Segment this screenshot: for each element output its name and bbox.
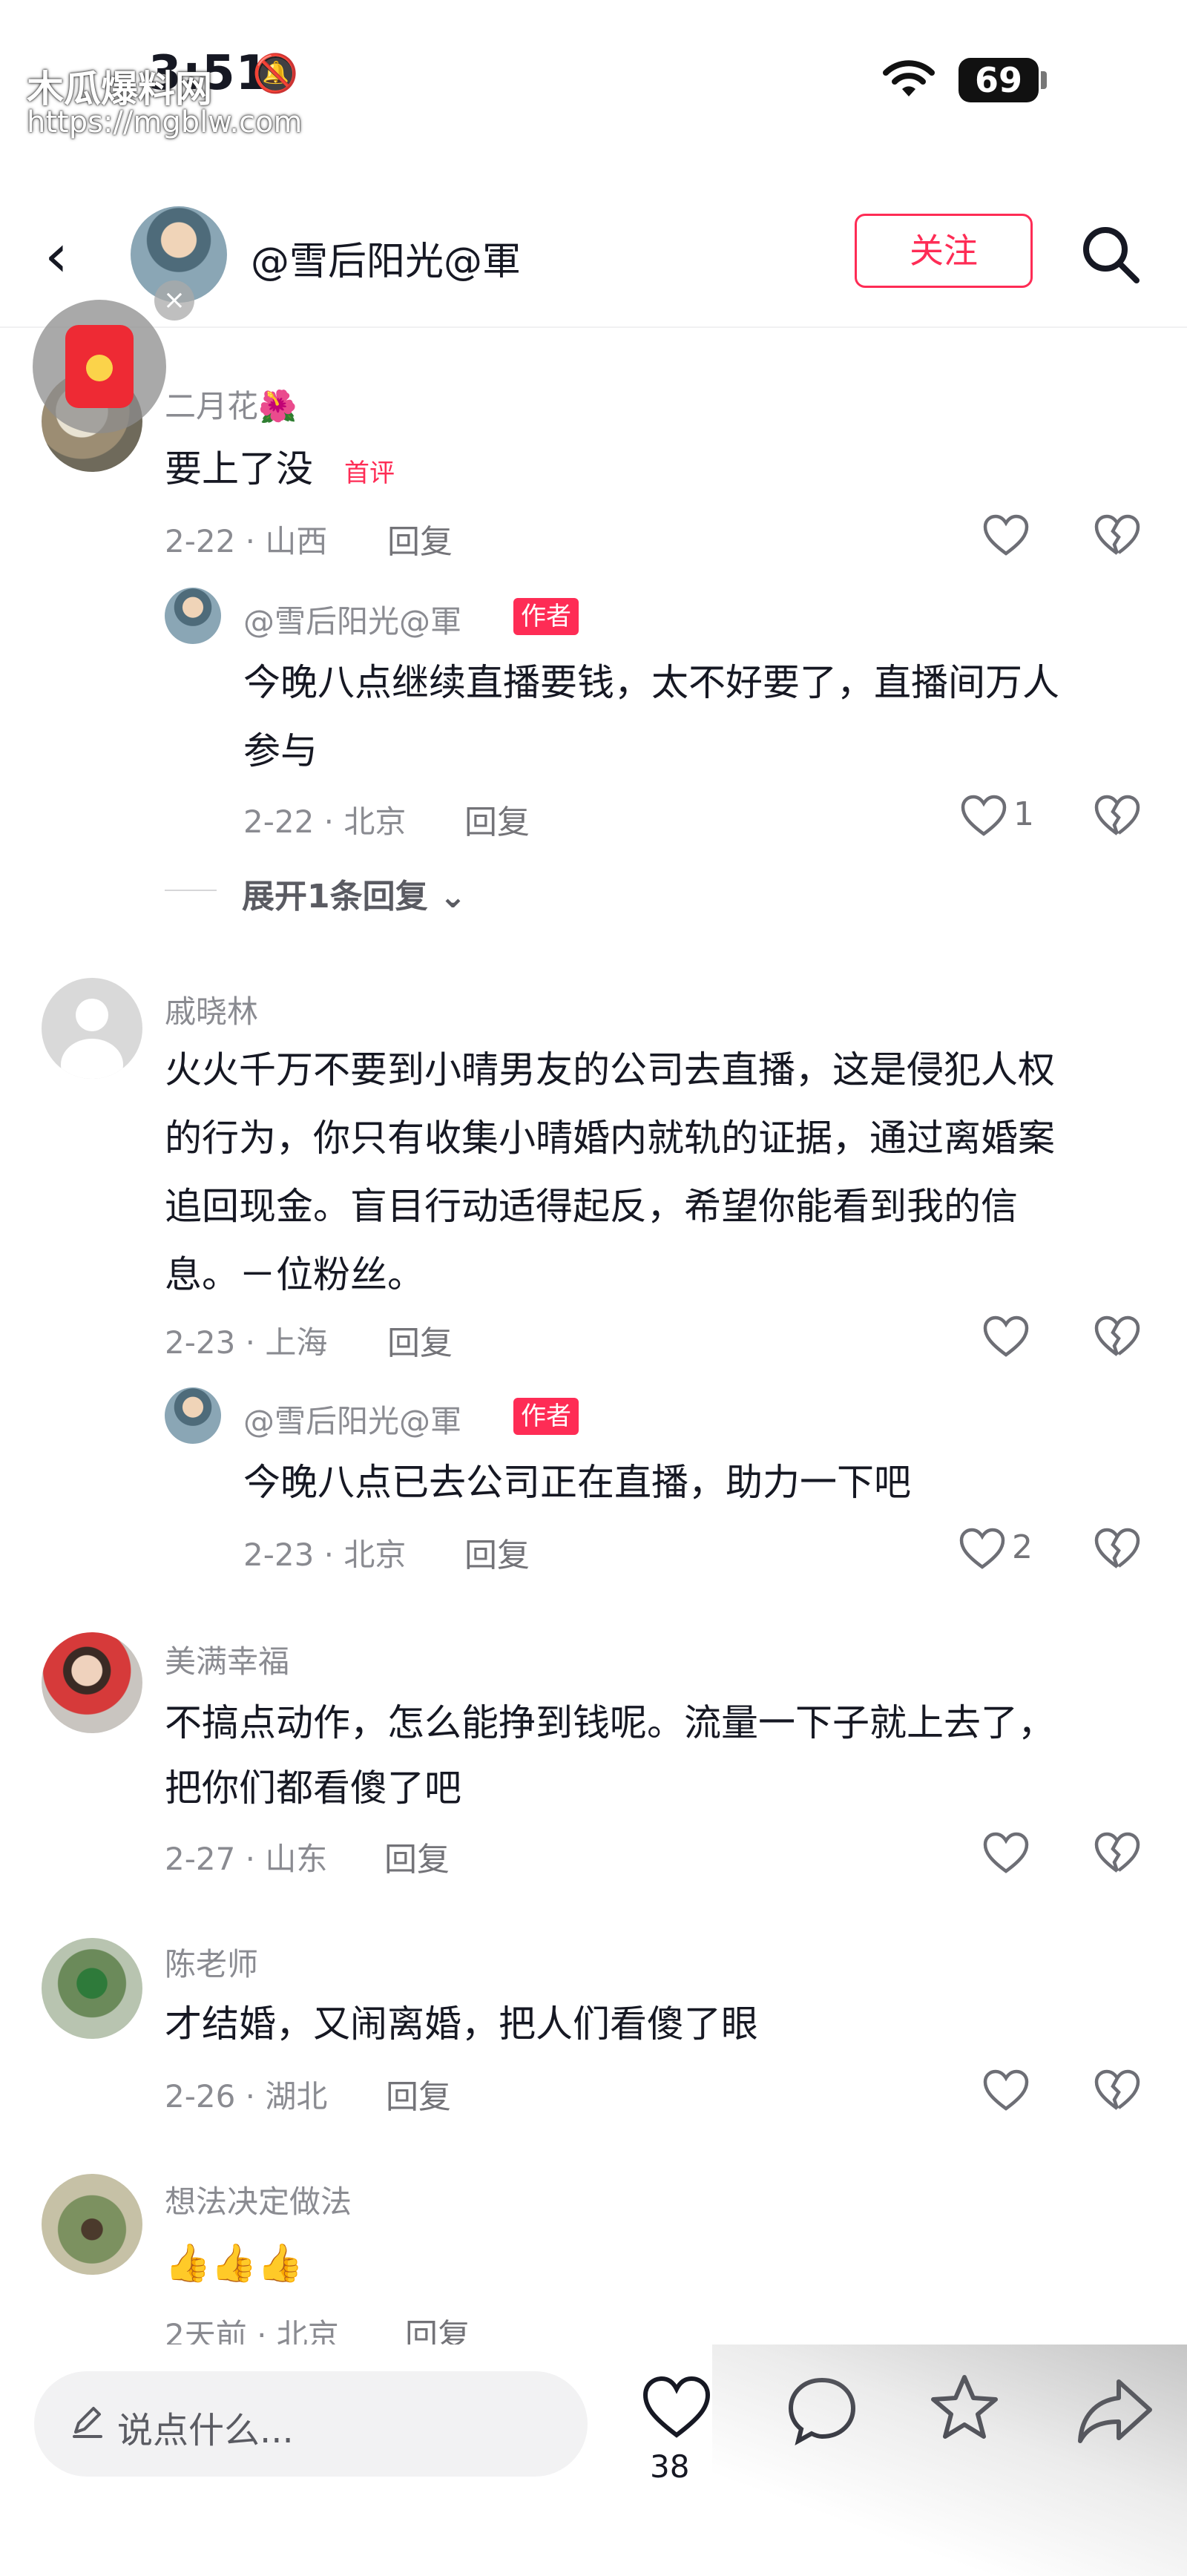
- corner-image-overlay: [712, 2345, 1187, 2576]
- comment-text: 不搞点动作，怎么能挣到钱呢。流量一下子就上去了，: [165, 1701, 1055, 1744]
- header-divider: [0, 326, 1187, 328]
- reply-button[interactable]: 回复: [387, 515, 453, 562]
- avatar[interactable]: [42, 978, 142, 1079]
- comment-meta: 2-26 · 湖北: [165, 2078, 328, 2115]
- comment-meta: 2-23 · 上海: [165, 1324, 328, 1361]
- comment-text: 👍👍👍: [165, 2241, 303, 2284]
- broken-heart-icon[interactable]: [1094, 1831, 1141, 1876]
- comment-input[interactable]: 说点什么...: [34, 2371, 588, 2477]
- reply-meta: 2-23 · 北京: [243, 1537, 407, 1573]
- avatar[interactable]: [165, 1387, 221, 1444]
- default-avatar-head: [76, 999, 108, 1031]
- broken-heart-icon[interactable]: [1094, 1527, 1141, 1571]
- status-bar: 3:51 🔕 木瓜爆料网 https://mgblw.com 69: [0, 0, 1187, 148]
- comment-text: 把你们都看傻了吧: [165, 1767, 461, 1810]
- reply-text: 参与: [243, 729, 318, 772]
- like-heart-icon[interactable]: [641, 2374, 712, 2441]
- avatar[interactable]: [42, 1938, 142, 2039]
- first-comment-badge: 首评: [344, 459, 395, 488]
- broken-heart-icon[interactable]: [1094, 1315, 1141, 1359]
- reply-button[interactable]: 回复: [464, 1528, 530, 1576]
- heart-icon[interactable]: [982, 1831, 1030, 1876]
- watermark-url: https://mgblw.com: [27, 105, 303, 139]
- avatar[interactable]: [42, 2174, 142, 2275]
- broken-heart-icon[interactable]: [1094, 2069, 1141, 2113]
- expand-divider: [165, 890, 217, 891]
- comment-input-placeholder: 说点什么...: [117, 2410, 294, 2451]
- reply-button[interactable]: 回复: [386, 2070, 451, 2117]
- reply-username[interactable]: @雪后阳光@軍: [243, 1396, 461, 1442]
- bottom-bar: 说点什么... 38: [0, 2345, 1187, 2576]
- comment-username[interactable]: 陈老师: [165, 1939, 258, 1985]
- reply-text: 今晚八点已去公司正在直播，助力一下吧: [243, 1461, 911, 1504]
- like-count: 1: [1013, 795, 1034, 833]
- like-count: 2: [1012, 1528, 1033, 1566]
- reply-text: 今晚八点继续直播要钱，太不好要了，直播间万人: [243, 661, 1059, 704]
- avatar[interactable]: [42, 1632, 142, 1733]
- comment-text: 要上了没: [165, 447, 313, 490]
- heart-icon[interactable]: [982, 2069, 1030, 2113]
- red-envelope-icon: [65, 325, 134, 408]
- comment-text: 息。－位粉丝。: [165, 1253, 424, 1296]
- comment-username[interactable]: 戚晓林: [165, 987, 258, 1032]
- expand-replies-label: 展开1条回复: [242, 878, 428, 916]
- reply-button[interactable]: 回复: [384, 1833, 450, 1880]
- author-badge: 作者: [513, 1398, 579, 1435]
- comment-username[interactable]: 美满幸福: [165, 1637, 289, 1682]
- battery-indicator: 69: [959, 58, 1039, 102]
- comment-meta: 2-22 · 山西: [165, 523, 328, 559]
- author-badge: 作者: [513, 598, 579, 635]
- red-envelope-seal: [86, 355, 113, 381]
- reply-button[interactable]: 回复: [387, 1316, 453, 1364]
- battery-cap: [1041, 71, 1047, 89]
- comment-text: 的行为，你只有收集小晴婚内就轨的证据，通过离婚案: [165, 1117, 1055, 1160]
- heart-icon[interactable]: [960, 794, 1007, 838]
- broken-heart-icon[interactable]: [1094, 794, 1141, 838]
- comment-text: 追回现金。盲目行动适得起反，希望你能看到我的信: [165, 1185, 1018, 1228]
- red-packet-widget[interactable]: [33, 300, 166, 433]
- reply-username[interactable]: @雪后阳光@軍: [243, 597, 461, 642]
- expand-replies-button[interactable]: 展开1条回复 ⌄: [242, 870, 467, 917]
- broken-heart-icon[interactable]: [1094, 513, 1141, 558]
- back-arrow-icon[interactable]: ‹: [45, 223, 96, 289]
- follow-button[interactable]: 关注: [855, 214, 1033, 288]
- heart-icon[interactable]: [982, 513, 1030, 558]
- avatar[interactable]: [165, 588, 221, 644]
- comment-meta: 2-27 · 山东: [165, 1841, 328, 1877]
- comment-text: 火火千万不要到小晴男友的公司去直播，这是侵犯人权: [165, 1048, 1055, 1091]
- like-count: 38: [650, 2448, 690, 2485]
- comment-username[interactable]: 想法决定做法: [165, 2177, 352, 2222]
- reply-meta: 2-22 · 北京: [243, 804, 407, 840]
- comment-text: 才结婚，又闹离婚，把人们看傻了眼: [165, 2002, 758, 2046]
- wifi-icon: [883, 60, 935, 96]
- bell-muted-icon: 🔕: [252, 52, 299, 95]
- author-username[interactable]: @雪后阳光@軍: [251, 230, 521, 286]
- default-avatar-body: [61, 1039, 123, 1079]
- search-icon[interactable]: [1077, 221, 1144, 288]
- pencil-icon: [73, 2407, 102, 2438]
- heart-icon[interactable]: [959, 1527, 1006, 1571]
- reply-button[interactable]: 回复: [464, 795, 530, 843]
- comment-username[interactable]: 二月花🌺: [165, 381, 297, 427]
- heart-icon[interactable]: [982, 1315, 1030, 1359]
- close-icon[interactable]: ×: [154, 280, 194, 321]
